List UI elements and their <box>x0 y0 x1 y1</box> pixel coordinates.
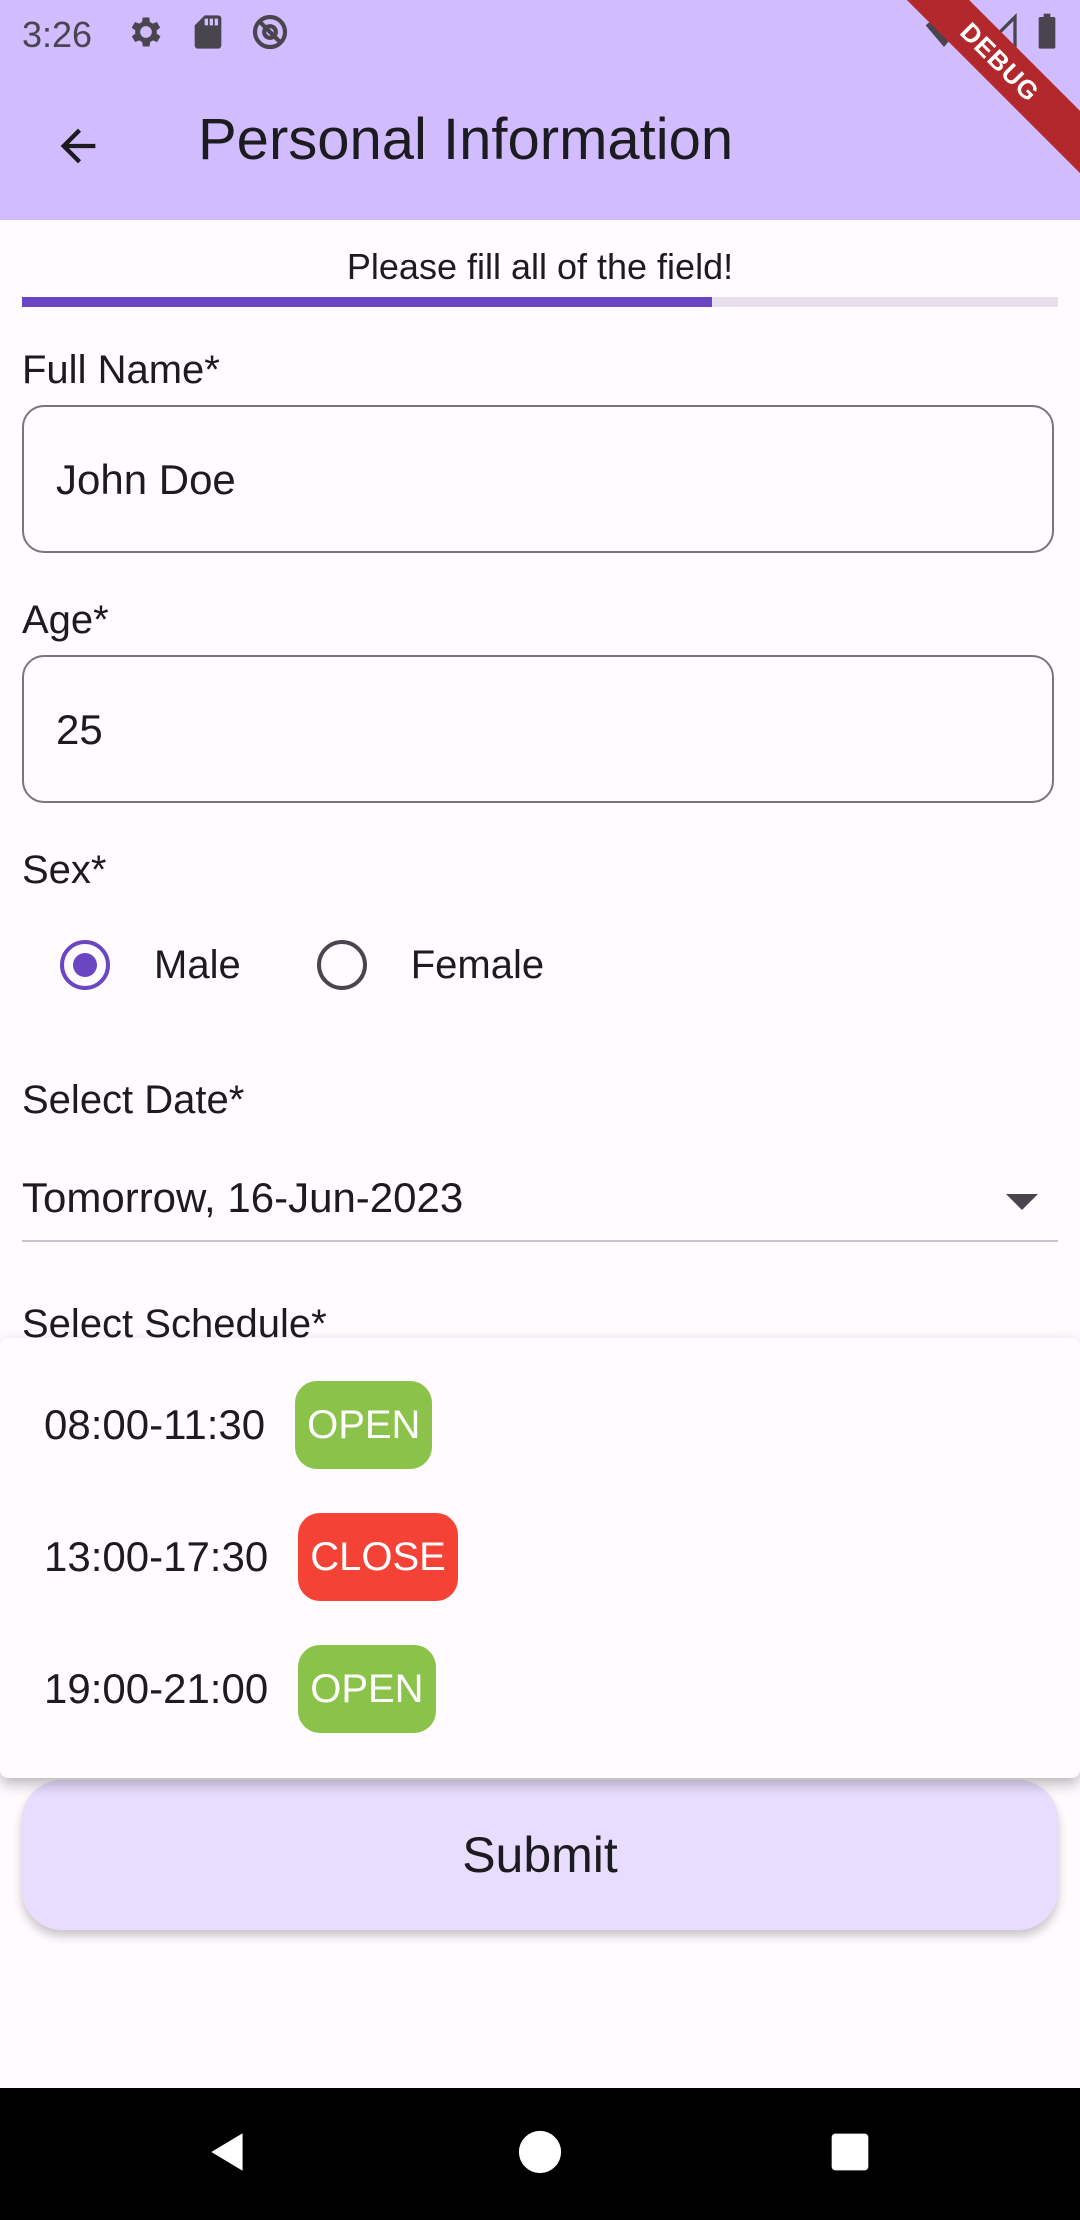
radio-option-female[interactable]: Female <box>316 940 545 990</box>
submit-button[interactable]: Submit <box>22 1780 1058 1930</box>
system-nav-bar <box>0 2088 1080 2220</box>
schedule-dropdown-menu: 08:00-11:30 OPEN 13:00-17:30 CLOSE 19:00… <box>0 1338 1080 1778</box>
radio-label-female: Female <box>410 942 545 987</box>
nav-home-icon <box>517 2129 563 2180</box>
nav-home-button[interactable] <box>474 2088 606 2220</box>
date-label: Select Date* <box>22 1078 245 1122</box>
full-name-field[interactable] <box>22 405 1054 553</box>
nav-back-button[interactable] <box>162 2088 294 2220</box>
full-name-label: Full Name* <box>22 348 220 392</box>
progress-bar <box>22 297 1058 307</box>
sex-radio-group: Male Female <box>60 940 544 990</box>
status-badge: OPEN <box>295 1381 433 1469</box>
status-badge: OPEN <box>298 1645 436 1733</box>
back-button[interactable] <box>40 110 116 186</box>
nav-recents-button[interactable] <box>784 2088 916 2220</box>
schedule-option[interactable]: 13:00-17:30 CLOSE <box>44 1513 458 1601</box>
full-name-input[interactable] <box>54 407 1018 553</box>
nav-recents-icon <box>828 2130 872 2179</box>
page-title: Personal Information <box>198 107 734 172</box>
radio-button-female[interactable] <box>316 940 367 990</box>
dropdown-arrow-icon <box>1006 1194 1038 1210</box>
schedule-option[interactable]: 08:00-11:30 OPEN <box>44 1381 433 1469</box>
radio-button-male[interactable] <box>60 940 110 990</box>
date-value: Tomorrow, 16-Jun-2023 <box>22 1174 464 1221</box>
sd-card-icon <box>188 12 228 57</box>
schedule-time: 13:00-17:30 <box>44 1533 269 1580</box>
age-field[interactable] <box>22 655 1054 803</box>
status-time: 3:26 <box>22 14 93 55</box>
status-badge: CLOSE <box>298 1513 458 1601</box>
radio-option-male[interactable]: Male <box>60 940 241 990</box>
settings-icon <box>126 12 166 57</box>
battery-icon <box>1034 12 1060 57</box>
app-bar: 3:26 Personal Information DEBUG <box>0 0 1080 220</box>
schedule-time: 08:00-11:30 <box>44 1401 266 1448</box>
age-label: Age* <box>22 598 109 642</box>
progress-fill <box>22 297 712 307</box>
age-input[interactable] <box>54 657 1018 803</box>
nav-back-icon <box>203 2127 253 2182</box>
schedule-time: 19:00-21:00 <box>44 1665 269 1712</box>
date-dropdown[interactable]: Tomorrow, 16-Jun-2023 <box>22 1160 1058 1242</box>
arrow-back-icon <box>52 120 104 177</box>
schedule-option[interactable]: 19:00-21:00 OPEN <box>44 1645 436 1733</box>
radio-label-male: Male <box>154 942 241 987</box>
status-icons-left <box>126 12 290 57</box>
form-hint: Please fill all of the field! <box>346 246 734 287</box>
at-sign-icon <box>250 12 290 57</box>
sex-label: Sex* <box>22 848 107 892</box>
